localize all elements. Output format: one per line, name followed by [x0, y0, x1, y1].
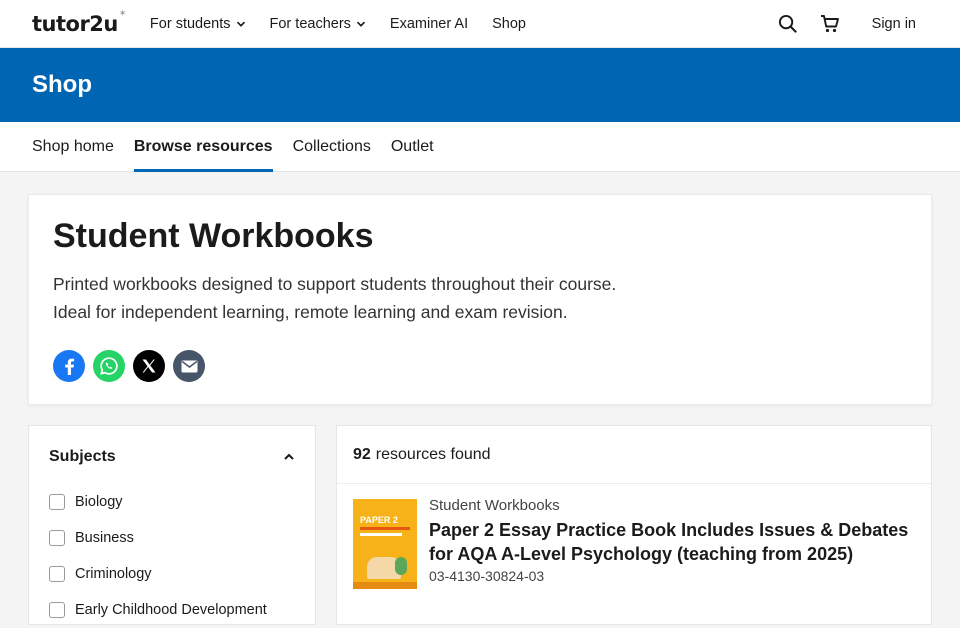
thumbnail-label: PAPER 2: [360, 515, 398, 525]
checkbox[interactable]: [49, 566, 65, 582]
result-category: Student Workbooks: [429, 497, 560, 514]
nav-examiner-ai[interactable]: Examiner AI: [390, 16, 468, 32]
chevron-down-icon: [356, 21, 366, 27]
checkbox[interactable]: [49, 530, 65, 546]
nav-label: For teachers: [269, 15, 351, 32]
filter-group-header[interactable]: Subjects: [49, 448, 295, 466]
share-buttons: [53, 350, 907, 383]
logo-mark-icon: ✶: [118, 8, 127, 19]
filter-option-label: Business: [75, 530, 134, 546]
checkbox[interactable]: [49, 494, 65, 510]
chevron-down-icon: [236, 21, 245, 27]
subnav-collections[interactable]: Collections: [293, 122, 371, 171]
sign-in-link[interactable]: Sign in: [872, 16, 916, 32]
nav-label: Shop: [492, 15, 526, 32]
shop-subnav: Shop home Browse resources Collections O…: [0, 122, 960, 172]
page-title: Student Workbooks: [53, 217, 374, 255]
facebook-icon[interactable]: [53, 350, 85, 383]
search-icon[interactable]: [778, 14, 798, 34]
site-logo[interactable]: tutor2u ✶: [32, 8, 127, 36]
chevron-up-icon[interactable]: [283, 451, 295, 463]
filter-option-early-childhood[interactable]: Early Childhood Development: [49, 592, 295, 628]
nav-label: Examiner AI: [389, 15, 469, 32]
cart-icon[interactable]: [820, 14, 840, 34]
result-product-code: 03-4130-30824-03: [429, 568, 545, 584]
result-title-link[interactable]: Paper 2 Essay Practice Book Includes Iss…: [429, 518, 915, 566]
filter-option-label: Early Childhood Development: [75, 602, 267, 618]
logo-text: tutor2u: [32, 11, 118, 36]
filter-option-criminology[interactable]: Criminology: [49, 556, 295, 592]
filter-option-business[interactable]: Business: [49, 520, 295, 556]
nav-for-students[interactable]: For students: [150, 16, 246, 32]
nav-label: For students: [149, 15, 231, 32]
subnav-browse-resources[interactable]: Browse resources: [133, 122, 273, 172]
nav-for-teachers[interactable]: For teachers: [270, 16, 366, 32]
results-count: 92 resources found: [337, 426, 931, 484]
filter-option-label: Criminology: [75, 566, 152, 582]
main-nav: For students For teachers Examiner AI Sh…: [150, 16, 526, 32]
results-count-suffix: resources found: [375, 445, 491, 463]
x-icon[interactable]: [133, 350, 165, 383]
results-count-number: 92: [353, 445, 371, 463]
filter-option-label: Biology: [75, 494, 123, 510]
checkbox[interactable]: [49, 602, 65, 618]
header-actions: Sign in: [778, 14, 928, 34]
top-header: tutor2u ✶ For students For teachers Exam…: [0, 0, 960, 48]
result-info: Student Workbooks Paper 2 Essay Practice…: [429, 497, 915, 589]
category-hero: Student Workbooks Printed workbooks desi…: [28, 194, 932, 405]
banner-title: Shop: [32, 71, 92, 98]
subnav-outlet[interactable]: Outlet: [391, 122, 434, 171]
shop-banner: Shop: [0, 48, 960, 122]
filter-group-title: Subjects: [49, 448, 116, 465]
filter-sidebar: Subjects Biology Business Criminology Ea…: [28, 425, 316, 625]
illustration: [395, 557, 407, 575]
result-item[interactable]: PAPER 2 Student Workbooks Paper 2 Essay …: [337, 484, 931, 604]
product-thumbnail[interactable]: PAPER 2: [353, 499, 417, 589]
hero-description-line1: Printed workbooks designed to support st…: [53, 274, 617, 295]
subnav-shop-home[interactable]: Shop home: [32, 122, 114, 171]
nav-shop[interactable]: Shop: [492, 16, 526, 32]
hero-description-line2: Ideal for independent learning, remote l…: [53, 302, 568, 323]
results-panel: 92 resources found PAPER 2 Student Workb…: [336, 425, 932, 625]
email-icon[interactable]: [173, 350, 205, 383]
filter-option-biology[interactable]: Biology: [49, 484, 295, 520]
whatsapp-icon[interactable]: [93, 350, 125, 383]
